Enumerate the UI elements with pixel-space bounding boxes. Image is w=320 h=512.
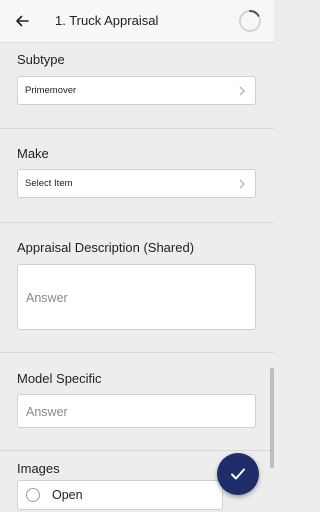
- images-label: Images: [17, 461, 60, 476]
- submit-fab[interactable]: [217, 453, 259, 495]
- chevron-right-icon: [239, 86, 245, 96]
- model-specific-placeholder: Answer: [26, 405, 68, 419]
- subtype-select[interactable]: Primemover: [17, 76, 256, 105]
- back-button[interactable]: [10, 9, 34, 33]
- images-open-option[interactable]: Open: [17, 480, 223, 510]
- make-select[interactable]: Select Item: [17, 169, 256, 198]
- appraisal-description-label: Appraisal Description (Shared): [17, 240, 195, 255]
- make-value: Select Item: [25, 178, 73, 189]
- page-title: 1. Truck Appraisal: [55, 13, 159, 28]
- arrow-left-icon: [16, 15, 29, 27]
- subtype-label: Subtype: [17, 52, 65, 67]
- progress-ring-icon: [239, 10, 261, 32]
- subtype-section: Subtype Primemover: [0, 42, 274, 129]
- app-screen: 1. Truck Appraisal Subtype Primemover Ma…: [0, 0, 274, 512]
- make-section: Make Select Item: [0, 129, 274, 223]
- appraisal-description-input[interactable]: Answer: [17, 264, 256, 330]
- check-icon: [231, 468, 245, 480]
- top-app-bar: 1. Truck Appraisal: [0, 0, 274, 43]
- model-specific-section: Model Specific Answer: [0, 353, 274, 451]
- subtype-value: Primemover: [25, 85, 77, 96]
- make-label: Make: [17, 146, 49, 161]
- model-specific-input[interactable]: Answer: [17, 394, 256, 428]
- images-open-label: Open: [52, 488, 83, 502]
- model-specific-label: Model Specific: [17, 371, 102, 386]
- radio-button[interactable]: [26, 488, 40, 502]
- chevron-right-icon: [239, 179, 245, 189]
- appraisal-description-placeholder: Answer: [26, 291, 68, 305]
- appraisal-description-section: Appraisal Description (Shared) Answer: [0, 223, 274, 353]
- scrollbar[interactable]: [270, 368, 274, 468]
